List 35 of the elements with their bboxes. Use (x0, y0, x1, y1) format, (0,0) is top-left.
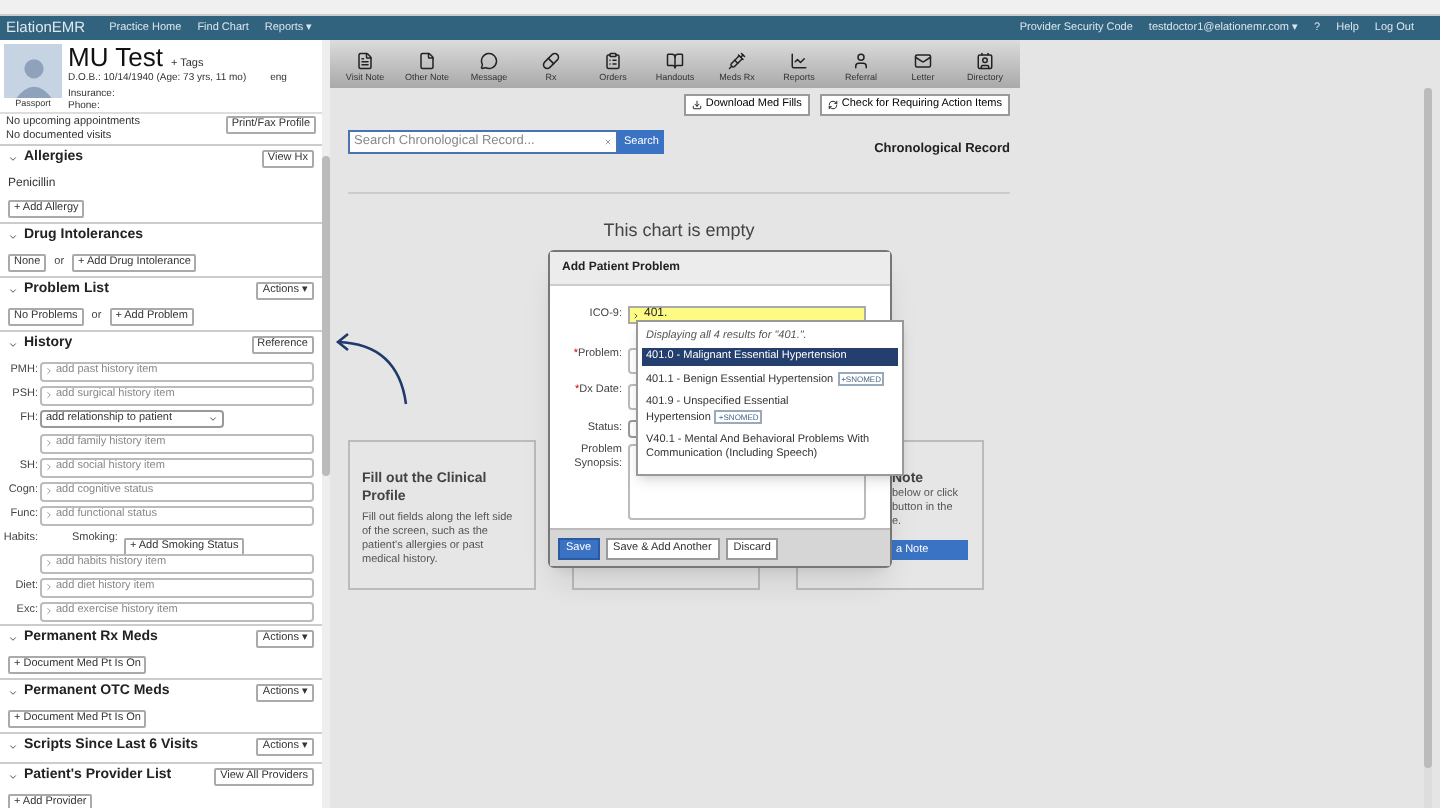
chevron-icon (44, 606, 54, 616)
collapse-icon[interactable] (8, 232, 18, 242)
toolbar-icon (914, 52, 932, 71)
chevron-icon (44, 438, 54, 448)
toolbar-icon (604, 52, 622, 71)
empty-message: This chart is empty (601, 217, 757, 244)
download-icon (691, 100, 702, 110)
collapse-icon[interactable] (8, 742, 18, 752)
toolbar-icon (542, 52, 560, 71)
toolbar-icon (356, 52, 374, 71)
chevron-icon (44, 582, 54, 592)
toolbar-icon (976, 52, 994, 71)
chevron-icon (44, 486, 54, 496)
chevron-icon (44, 366, 54, 376)
toolbar-icon (728, 52, 746, 71)
toolbar-icon (666, 52, 684, 71)
toolbar-icon (852, 52, 870, 71)
collapse-icon[interactable] (8, 688, 18, 698)
caret-icon (208, 414, 218, 424)
chevron-icon (44, 510, 54, 520)
collapse-icon[interactable] (8, 634, 18, 644)
chevron-icon (44, 462, 54, 472)
chevron-icon (44, 558, 54, 568)
scrollbar[interactable] (1424, 88, 1432, 808)
collapse-icon[interactable] (8, 340, 18, 350)
collapse-icon[interactable] (8, 154, 18, 164)
toolbar-icon (480, 52, 498, 71)
collapse-icon[interactable] (8, 286, 18, 296)
toolbar-icon (418, 52, 436, 71)
patient-name: MU Test (68, 44, 163, 72)
collapse-icon[interactable] (8, 772, 18, 782)
chevron-icon (44, 390, 54, 400)
refresh-icon (827, 100, 838, 110)
scrollbar[interactable] (322, 40, 330, 808)
toolbar-icon (790, 52, 808, 71)
